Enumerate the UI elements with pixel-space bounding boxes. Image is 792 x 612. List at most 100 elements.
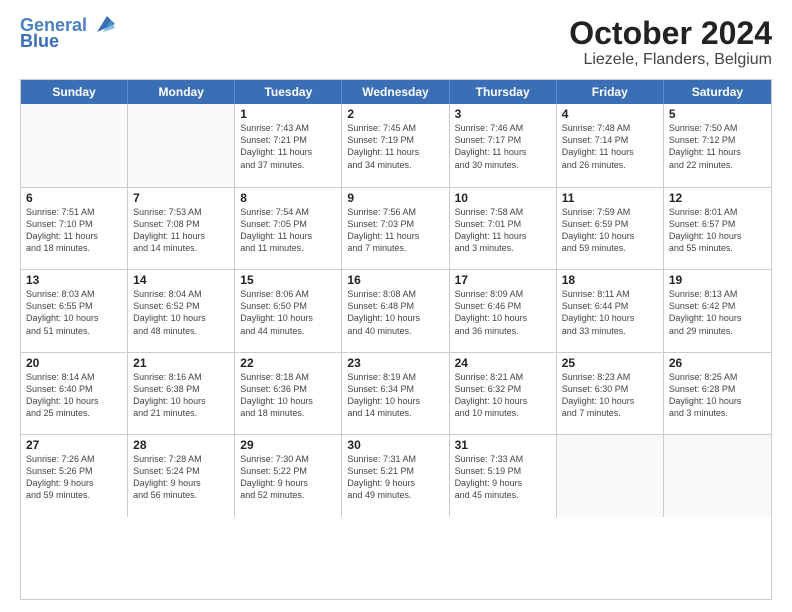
calendar-cell-r4c3: 30Sunrise: 7:31 AMSunset: 5:21 PMDayligh… xyxy=(342,435,449,516)
cell-text-line: Daylight: 10 hours xyxy=(562,395,658,407)
cell-text-line: Sunrise: 8:19 AM xyxy=(347,371,443,383)
calendar-cell-r2c5: 18Sunrise: 8:11 AMSunset: 6:44 PMDayligh… xyxy=(557,270,664,351)
day-number: 19 xyxy=(669,273,766,287)
calendar-cell-r3c5: 25Sunrise: 8:23 AMSunset: 6:30 PMDayligh… xyxy=(557,353,664,434)
calendar-cell-r2c2: 15Sunrise: 8:06 AMSunset: 6:50 PMDayligh… xyxy=(235,270,342,351)
cell-text-line: and 18 minutes. xyxy=(26,242,122,254)
calendar-cell-r1c3: 9Sunrise: 7:56 AMSunset: 7:03 PMDaylight… xyxy=(342,188,449,269)
day-number: 2 xyxy=(347,107,443,121)
cell-text-line: Daylight: 11 hours xyxy=(26,230,122,242)
day-number: 20 xyxy=(26,356,122,370)
cell-text-line: Daylight: 11 hours xyxy=(133,230,229,242)
cell-text-line: and 7 minutes. xyxy=(347,242,443,254)
cell-text-line: Daylight: 9 hours xyxy=(26,477,122,489)
logo: General Blue xyxy=(20,16,115,52)
cell-text-line: Sunrise: 7:48 AM xyxy=(562,122,658,134)
calendar-cell-r0c4: 3Sunrise: 7:46 AMSunset: 7:17 PMDaylight… xyxy=(450,104,557,186)
day-number: 17 xyxy=(455,273,551,287)
cell-text-line: Sunrise: 7:46 AM xyxy=(455,122,551,134)
col-sunday: Sunday xyxy=(21,80,128,104)
day-number: 28 xyxy=(133,438,229,452)
calendar-cell-r4c1: 28Sunrise: 7:28 AMSunset: 5:24 PMDayligh… xyxy=(128,435,235,516)
col-tuesday: Tuesday xyxy=(235,80,342,104)
cell-text-line: Sunrise: 8:06 AM xyxy=(240,288,336,300)
cell-text-line: and 11 minutes. xyxy=(240,242,336,254)
calendar-cell-r2c6: 19Sunrise: 8:13 AMSunset: 6:42 PMDayligh… xyxy=(664,270,771,351)
cell-text-line: and 56 minutes. xyxy=(133,489,229,501)
cell-text-line: Sunrise: 7:30 AM xyxy=(240,453,336,465)
day-number: 3 xyxy=(455,107,551,121)
cell-text-line: Sunrise: 8:14 AM xyxy=(26,371,122,383)
cell-text-line: Daylight: 10 hours xyxy=(669,395,766,407)
calendar-cell-r1c5: 11Sunrise: 7:59 AMSunset: 6:59 PMDayligh… xyxy=(557,188,664,269)
cell-text-line: Sunset: 6:44 PM xyxy=(562,300,658,312)
cell-text-line: Sunset: 6:52 PM xyxy=(133,300,229,312)
cell-text-line: and 14 minutes. xyxy=(347,407,443,419)
cell-text-line: Sunset: 6:57 PM xyxy=(669,218,766,230)
calendar-row-4: 27Sunrise: 7:26 AMSunset: 5:26 PMDayligh… xyxy=(21,434,771,516)
calendar-cell-r4c5 xyxy=(557,435,664,516)
day-number: 1 xyxy=(240,107,336,121)
cell-text-line: Sunset: 7:10 PM xyxy=(26,218,122,230)
day-number: 13 xyxy=(26,273,122,287)
cell-text-line: Daylight: 10 hours xyxy=(455,312,551,324)
cell-text-line: Daylight: 10 hours xyxy=(669,312,766,324)
cell-text-line: and 51 minutes. xyxy=(26,325,122,337)
calendar-cell-r1c1: 7Sunrise: 7:53 AMSunset: 7:08 PMDaylight… xyxy=(128,188,235,269)
day-number: 5 xyxy=(669,107,766,121)
cell-text-line: Daylight: 11 hours xyxy=(455,230,551,242)
cell-text-line: Sunset: 7:19 PM xyxy=(347,134,443,146)
cell-text-line: Sunset: 7:12 PM xyxy=(669,134,766,146)
day-number: 26 xyxy=(669,356,766,370)
cell-text-line: and 10 minutes. xyxy=(455,407,551,419)
day-number: 24 xyxy=(455,356,551,370)
cell-text-line: Sunset: 7:17 PM xyxy=(455,134,551,146)
cell-text-line: Sunset: 6:28 PM xyxy=(669,383,766,395)
cell-text-line: Daylight: 10 hours xyxy=(347,395,443,407)
cell-text-line: Sunrise: 8:11 AM xyxy=(562,288,658,300)
cell-text-line: Sunrise: 7:26 AM xyxy=(26,453,122,465)
cell-text-line: Sunrise: 7:45 AM xyxy=(347,122,443,134)
day-number: 29 xyxy=(240,438,336,452)
day-number: 30 xyxy=(347,438,443,452)
calendar-row-2: 13Sunrise: 8:03 AMSunset: 6:55 PMDayligh… xyxy=(21,269,771,351)
calendar-cell-r1c6: 12Sunrise: 8:01 AMSunset: 6:57 PMDayligh… xyxy=(664,188,771,269)
calendar-cell-r2c3: 16Sunrise: 8:08 AMSunset: 6:48 PMDayligh… xyxy=(342,270,449,351)
cell-text-line: Daylight: 9 hours xyxy=(347,477,443,489)
cell-text-line: Daylight: 10 hours xyxy=(562,230,658,242)
calendar-cell-r3c1: 21Sunrise: 8:16 AMSunset: 6:38 PMDayligh… xyxy=(128,353,235,434)
calendar-title: October 2024 xyxy=(569,16,772,51)
cell-text-line: Sunrise: 7:54 AM xyxy=(240,206,336,218)
cell-text-line: Daylight: 11 hours xyxy=(669,146,766,158)
cell-text-line: and 40 minutes. xyxy=(347,325,443,337)
cell-text-line: Sunrise: 8:01 AM xyxy=(669,206,766,218)
title-block: October 2024 Liezele, Flanders, Belgium xyxy=(569,16,772,69)
cell-text-line: Daylight: 11 hours xyxy=(240,230,336,242)
day-number: 6 xyxy=(26,191,122,205)
cell-text-line: Sunset: 7:03 PM xyxy=(347,218,443,230)
cell-text-line: and 44 minutes. xyxy=(240,325,336,337)
day-number: 12 xyxy=(669,191,766,205)
cell-text-line: and 59 minutes. xyxy=(26,489,122,501)
cell-text-line: Sunrise: 8:08 AM xyxy=(347,288,443,300)
day-number: 23 xyxy=(347,356,443,370)
cell-text-line: and 3 minutes. xyxy=(669,407,766,419)
cell-text-line: Sunset: 5:24 PM xyxy=(133,465,229,477)
calendar-cell-r0c1 xyxy=(128,104,235,186)
cell-text-line: Sunset: 6:34 PM xyxy=(347,383,443,395)
calendar: Sunday Monday Tuesday Wednesday Thursday… xyxy=(20,79,772,600)
cell-text-line: Sunrise: 7:58 AM xyxy=(455,206,551,218)
day-number: 10 xyxy=(455,191,551,205)
calendar-cell-r3c3: 23Sunrise: 8:19 AMSunset: 6:34 PMDayligh… xyxy=(342,353,449,434)
calendar-cell-r2c4: 17Sunrise: 8:09 AMSunset: 6:46 PMDayligh… xyxy=(450,270,557,351)
cell-text-line: Sunset: 6:50 PM xyxy=(240,300,336,312)
cell-text-line: Sunset: 6:32 PM xyxy=(455,383,551,395)
logo-text-blue: Blue xyxy=(20,32,59,52)
cell-text-line: Sunset: 5:21 PM xyxy=(347,465,443,477)
calendar-subtitle: Liezele, Flanders, Belgium xyxy=(569,51,772,69)
cell-text-line: and 34 minutes. xyxy=(347,159,443,171)
cell-text-line: Sunrise: 7:43 AM xyxy=(240,122,336,134)
calendar-cell-r4c2: 29Sunrise: 7:30 AMSunset: 5:22 PMDayligh… xyxy=(235,435,342,516)
cell-text-line: Daylight: 11 hours xyxy=(562,146,658,158)
cell-text-line: Sunset: 7:21 PM xyxy=(240,134,336,146)
